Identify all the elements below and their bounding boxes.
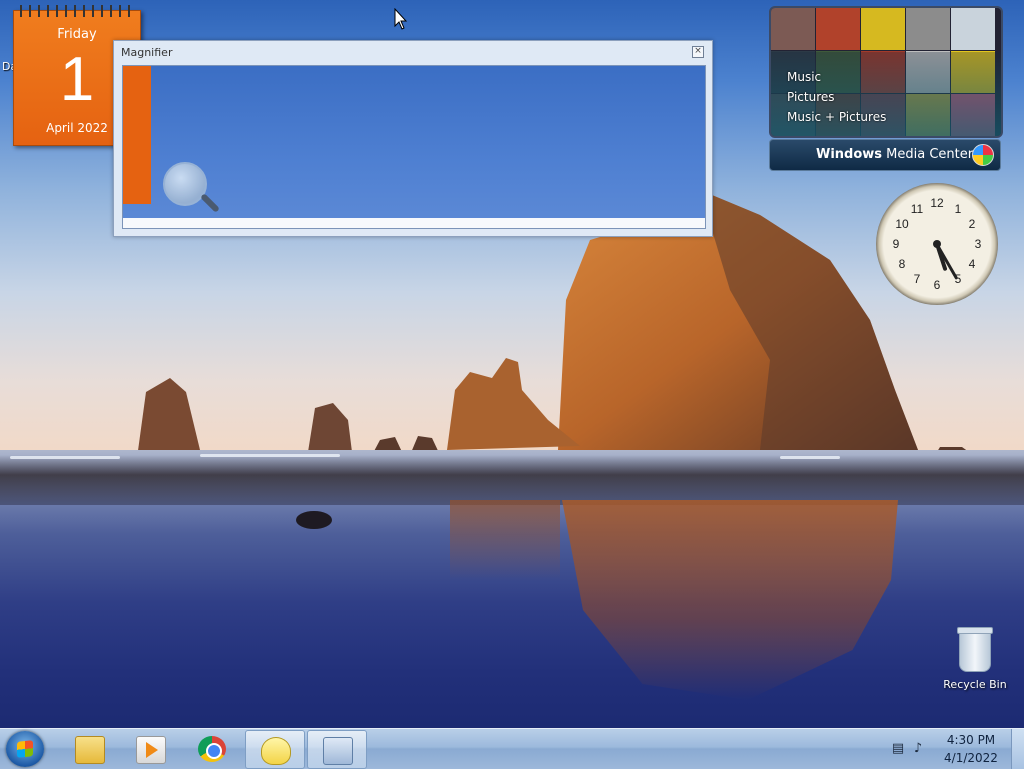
windows-logo-icon <box>972 144 994 166</box>
wallpaper-shore <box>0 455 1024 505</box>
media-player-icon <box>136 736 166 764</box>
recycle-bin-label: Recycle Bin <box>943 678 1007 691</box>
clock-time[interactable]: 4:30 PM <box>934 733 1008 747</box>
start-button[interactable] <box>6 731 44 767</box>
magnifier-window[interactable]: Magnifier × <box>113 40 713 237</box>
clock-minute-hand <box>935 243 959 280</box>
magnified-calendar-edge <box>123 66 151 204</box>
magnified-window-edge <box>123 218 705 228</box>
magnifier-glass-icon <box>163 162 207 206</box>
wmc-label: Windows Media Center <box>816 147 974 162</box>
clock-numeral: 3 <box>974 237 982 251</box>
magnifier-title: Magnifier <box>121 46 173 59</box>
taskbar: ▤ ♪ 4:30 PM 4/1/2022 <box>0 728 1024 769</box>
clock-date[interactable]: 4/1/2022 <box>934 751 1008 765</box>
clock-numeral: 4 <box>968 257 976 271</box>
windows-media-center-button[interactable]: Windows Media Center <box>769 139 1001 171</box>
windows-logo-icon <box>17 740 33 758</box>
close-button[interactable]: × <box>692 46 704 58</box>
clock-numeral: 6 <box>933 278 941 292</box>
taskbar-chrome[interactable] <box>183 730 241 767</box>
media-tile <box>771 8 815 50</box>
taskbar-media-player[interactable] <box>121 730 179 767</box>
wallpaper-reflection <box>450 500 560 580</box>
wallpaper-wave <box>200 454 340 457</box>
taskbar-magnifier[interactable] <box>307 730 367 769</box>
calendar-rings <box>20 5 134 17</box>
wallpaper-stone <box>296 511 332 529</box>
taskbar-file-explorer[interactable] <box>60 730 118 767</box>
recycle-bin-icon <box>957 627 993 672</box>
media-link-pictures[interactable]: Pictures <box>787 90 835 104</box>
clock-numeral: 12 <box>930 196 944 210</box>
media-tile <box>906 8 950 50</box>
clock-numeral: 2 <box>968 217 976 231</box>
clock-numeral: 11 <box>910 202 924 216</box>
mouse-cursor-icon <box>394 8 408 30</box>
media-tile <box>861 8 905 50</box>
media-link-music[interactable]: Music <box>787 70 821 84</box>
clock-numeral: 1 <box>954 202 962 216</box>
clock-numeral: 7 <box>913 272 921 286</box>
folder-icon <box>75 736 105 764</box>
media-center-gadget[interactable]: Music Pictures Music + Pictures <box>769 6 1003 138</box>
clock-numeral: 8 <box>898 257 906 271</box>
wallpaper-wave <box>780 456 840 459</box>
magnifier-view[interactable] <box>122 65 706 229</box>
recycle-bin[interactable]: Recycle Bin <box>942 627 1008 691</box>
gadgets-icon <box>261 737 291 765</box>
clock-hub <box>933 240 941 248</box>
network-icon[interactable]: ▤ <box>890 741 906 757</box>
taskbar-gadgets[interactable] <box>245 730 305 769</box>
show-desktop-button[interactable] <box>1011 729 1024 769</box>
magnifier-handle-icon <box>200 193 220 213</box>
volume-icon[interactable]: ♪ <box>910 741 926 757</box>
chrome-icon <box>198 736 226 762</box>
clock-numeral: 10 <box>895 217 909 231</box>
clock-numeral: 9 <box>892 237 900 251</box>
media-tile <box>951 8 995 50</box>
wallpaper-wave <box>10 456 120 459</box>
media-link-music-pictures[interactable]: Music + Pictures <box>787 110 886 124</box>
system-tray: ▤ ♪ 4:30 PM 4/1/2022 <box>884 729 1024 769</box>
media-tile <box>816 8 860 50</box>
magnifier-icon <box>323 737 353 765</box>
clock-gadget[interactable]: 12 1 2 3 4 5 6 7 8 9 10 11 <box>876 183 998 305</box>
